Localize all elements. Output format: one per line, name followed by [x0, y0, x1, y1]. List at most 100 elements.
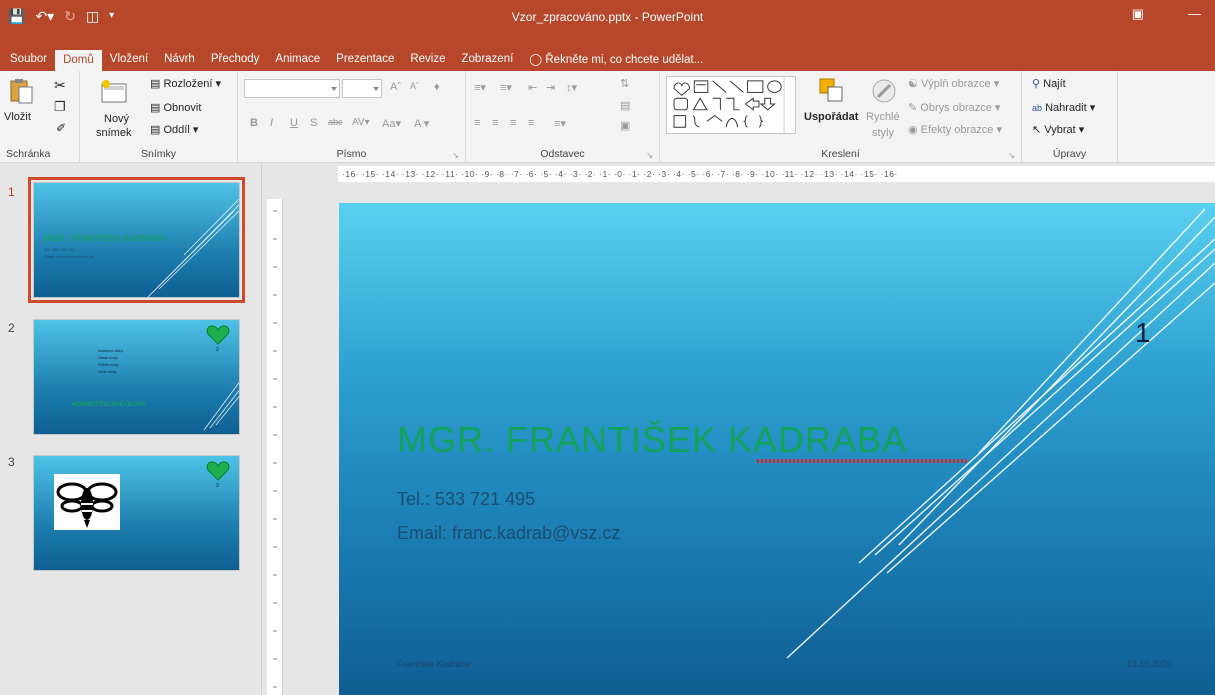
align-center-icon[interactable]: ≡ [492, 117, 498, 129]
shapes-gallery[interactable] [666, 76, 796, 134]
shape-outline-button[interactable]: ✎ Obrys obrazce ▾ [908, 101, 1000, 114]
font-dialog-launcher-icon[interactable]: ↘ [452, 151, 459, 160]
tab-prezentace[interactable]: Prezentace [328, 52, 402, 71]
increase-font-icon[interactable]: Aˆ [390, 81, 401, 93]
group-label-slides: Snímky [140, 148, 176, 160]
slide-thumbnail-3[interactable]: 3 [33, 455, 240, 571]
group-paragraph: ≡▾ ≡▾ ⇤ ⇥ ↕▾ ⇅ ▤ ▣ ≡ ≡ ≡ ≡ ≡▾ Odstavec ↘ [466, 71, 660, 163]
quick-styles-label-1[interactable]: Rychlé [866, 111, 900, 123]
paste-icon[interactable] [8, 77, 36, 105]
find-button[interactable]: ⚲ Najít [1032, 77, 1066, 90]
slide-thumbnails-pane[interactable]: 1 MGR. FRANTIŠEK KADRABA Tel.: 533 721 4… [0, 163, 262, 695]
new-slide-icon[interactable] [100, 79, 128, 107]
shadow-icon[interactable]: S [310, 117, 317, 129]
align-left-icon[interactable]: ≡ [474, 117, 480, 129]
arrange-button[interactable]: Uspořádat [804, 111, 858, 123]
change-case-icon[interactable]: Aa▾ [382, 117, 401, 130]
heart-icon [206, 325, 230, 345]
slide-title[interactable]: MGR. FRANTIŠEK KADRABA [397, 419, 907, 461]
horizontal-ruler[interactable]: ·16· ·15· ·14· ·13· ·12· ·11· ·10· ·9· ·… [338, 166, 1215, 182]
vertical-ruler[interactable] [267, 199, 283, 695]
decrease-font-icon[interactable]: Aˇ [410, 81, 419, 91]
arrange-icon[interactable] [818, 77, 846, 105]
new-slide-label-1[interactable]: Nový [104, 113, 129, 125]
decrease-indent-icon[interactable]: ⇤ [528, 81, 537, 94]
thumbnail-bullet: Průběh úlohy [98, 363, 119, 367]
slide-thumbnail-1[interactable]: MGR. FRANTIŠEK KADRABA Tel.: 533 721 495… [28, 177, 245, 303]
bee-image [54, 474, 120, 530]
thumbnail-line: Email: franc.kadrab@vsz.cz [44, 254, 94, 259]
underline-icon[interactable]: U [290, 117, 298, 129]
thumbnail-bullet: Závěr úlohy [98, 370, 117, 374]
minimize-icon[interactable]: — [1188, 6, 1201, 22]
group-label-paragraph: Odstavec [540, 148, 585, 160]
group-drawing: Uspořádat Rychlé styly ☯ Výplň obrazce ▾… [660, 71, 1022, 163]
tab-animace[interactable]: Animace [267, 52, 328, 71]
strikethrough-icon[interactable]: abc [328, 117, 343, 127]
tab-domu[interactable]: Domů [55, 50, 102, 71]
group-clipboard: Vložit ✂ ❐ ✐ Schránka [0, 71, 80, 163]
quick-styles-label-2[interactable]: styly [872, 127, 894, 139]
bullets-icon[interactable]: ≡▾ [474, 81, 486, 94]
reset-button[interactable]: ▤ Obnovit [150, 101, 201, 114]
thumbnail-page-number: 2 [216, 347, 219, 353]
italic-icon[interactable]: I [270, 117, 273, 129]
font-color-icon[interactable]: A ▾ [414, 117, 429, 130]
quick-styles-icon[interactable] [870, 77, 898, 105]
shape-effects-button[interactable]: ◉ Efekty obrazce ▾ [908, 123, 1002, 136]
tab-vlozeni[interactable]: Vložení [102, 52, 156, 71]
thumbnail-number: 2 [8, 321, 15, 335]
cut-icon[interactable]: ✂ [54, 77, 66, 94]
thumbnail-number: 1 [8, 185, 15, 199]
ribbon-display-options-icon[interactable]: ▣ [1132, 6, 1144, 22]
search-icon: ⚲ [1032, 78, 1041, 90]
char-spacing-icon[interactable]: AV▾ [352, 117, 370, 128]
shape-fill-button[interactable]: ☯ Výplň obrazce ▾ [908, 77, 999, 90]
drawing-dialog-launcher-icon[interactable]: ↘ [1008, 151, 1015, 160]
copy-icon[interactable]: ❐ [54, 99, 66, 115]
section-button[interactable]: ▤ Oddíl ▾ [150, 123, 198, 136]
thumbnail-bullet: Nastavení úlohy [98, 349, 124, 353]
group-slides: Nový snímek ▤ Rozložení ▾ ▤ Obnovit ▤ Od… [80, 71, 238, 163]
slide-page-number[interactable]: 1 [1135, 317, 1151, 349]
slide-footer-date[interactable]: 13.10.2020 [1127, 659, 1172, 669]
workspace: 1 MGR. FRANTIŠEK KADRABA Tel.: 533 721 4… [0, 163, 1215, 695]
paste-button[interactable]: Vložit [4, 111, 31, 123]
group-label-font: Písmo [336, 148, 367, 160]
line-spacing-icon[interactable]: ↕▾ [566, 81, 577, 94]
font-family-select[interactable] [244, 79, 340, 98]
shape-fill-label: Výplň obrazce [920, 78, 991, 90]
tab-zobrazeni[interactable]: Zobrazení [454, 52, 522, 71]
replace-button[interactable]: ab Nahradit ▾ [1032, 101, 1095, 114]
smartart-icon[interactable]: ▣ [620, 119, 630, 132]
slide-thumbnail-2[interactable]: 2 Nastavení úlohy Obsah úlohy Průběh úlo… [33, 319, 240, 435]
tab-prechody[interactable]: Přechody [203, 52, 268, 71]
bold-icon[interactable]: B [250, 117, 258, 129]
paragraph-dialog-launcher-icon[interactable]: ↘ [646, 151, 653, 160]
tell-me-box[interactable]: ◯ Řekněte mi, co chcete udělat... [521, 52, 711, 71]
columns-icon[interactable]: ≡▾ [554, 117, 566, 130]
tab-soubor[interactable]: Soubor [2, 52, 55, 71]
numbering-icon[interactable]: ≡▾ [500, 81, 512, 94]
select-button[interactable]: ↖ Vybrat ▾ [1032, 123, 1084, 136]
increase-indent-icon[interactable]: ⇥ [546, 81, 555, 94]
text-direction-icon[interactable]: ⇅ [620, 77, 629, 90]
slide-email[interactable]: Email: franc.kadrab@vsz.cz [397, 523, 620, 544]
thumbnail-line: Tel.: 533 721 495 [44, 247, 75, 252]
layout-button[interactable]: ▤ Rozložení ▾ [150, 77, 221, 90]
section-label: Oddíl [163, 124, 190, 136]
align-right-icon[interactable]: ≡ [510, 117, 516, 129]
slide-footer-author[interactable]: František Kadraba [397, 659, 471, 669]
font-size-select[interactable] [342, 79, 382, 98]
format-painter-icon[interactable]: ✐ [56, 121, 66, 135]
align-text-icon[interactable]: ▤ [620, 99, 630, 112]
cursor-icon: ↖ [1032, 124, 1042, 136]
tab-revize[interactable]: Revize [402, 52, 453, 71]
clear-formatting-icon[interactable]: ♦ [434, 81, 440, 93]
slide-canvas[interactable]: 1 MGR. FRANTIŠEK KADRABA Tel.: 533 721 4… [339, 203, 1215, 695]
slide-phone[interactable]: Tel.: 533 721 495 [397, 489, 535, 510]
justify-icon[interactable]: ≡ [528, 117, 534, 129]
tab-navrh[interactable]: Návrh [156, 52, 203, 71]
new-slide-label-2[interactable]: snímek [96, 127, 131, 139]
ribbon-tabs: Soubor Domů Vložení Návrh Přechody Anima… [0, 49, 1215, 71]
